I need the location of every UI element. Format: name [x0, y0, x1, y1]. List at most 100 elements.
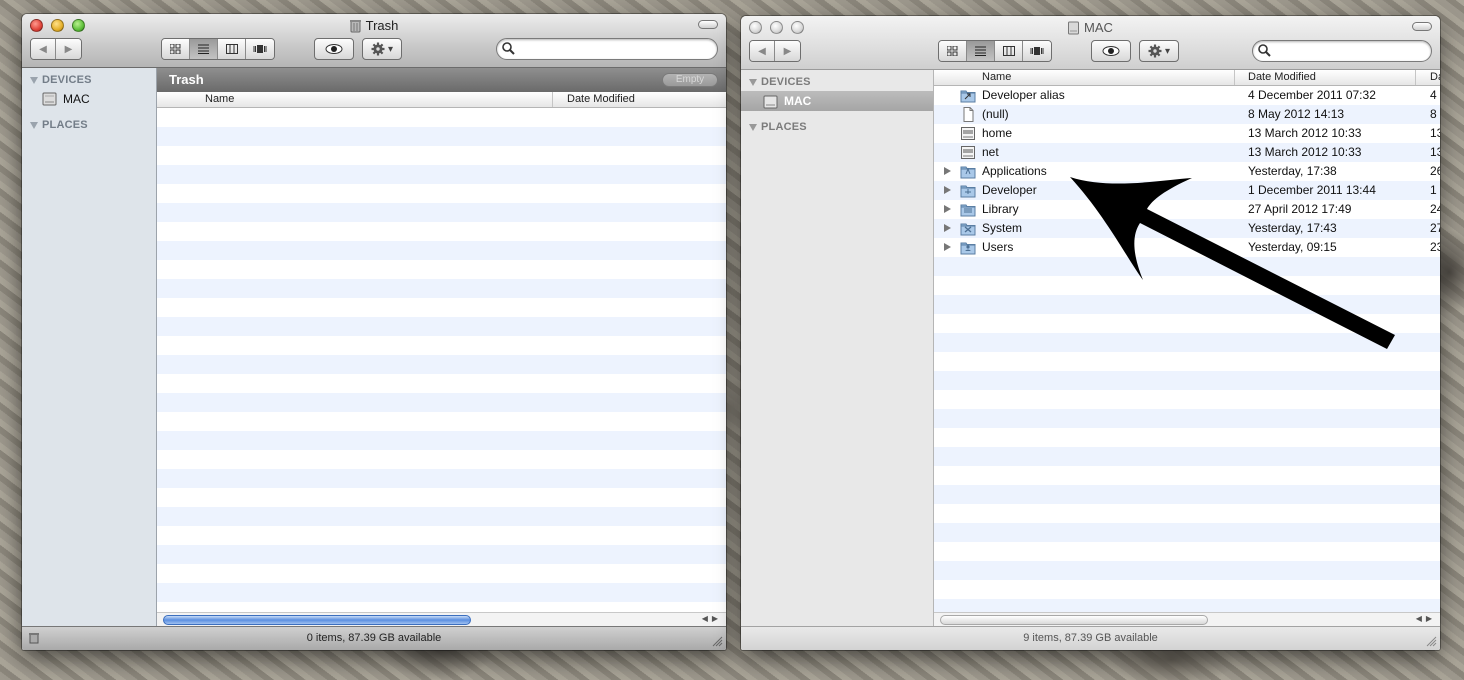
list-view-button[interactable]: [190, 39, 218, 59]
sidebar-section-label: DEVICES: [42, 74, 92, 86]
list-view-button[interactable]: [967, 41, 995, 61]
column-header-name[interactable]: Name: [982, 71, 1011, 83]
column-divider[interactable]: [1234, 70, 1235, 85]
search-icon: [1258, 44, 1271, 57]
search-input[interactable]: [519, 42, 707, 56]
table-row[interactable]: (null) 8 May 2012 14:13 8: [934, 105, 1440, 124]
eye-icon: [1102, 46, 1120, 56]
status-text: 0 items, 87.39 GB available: [306, 632, 442, 644]
action-menu-button[interactable]: ▾: [362, 38, 402, 60]
sidebar-item-mac[interactable]: MAC: [42, 91, 90, 106]
status-bar: 0 items, 87.39 GB available: [22, 626, 726, 650]
row-date-modified: Yesterday, 09:15: [1248, 240, 1337, 254]
disclosure-triangle-icon[interactable]: [944, 186, 951, 194]
disclosure-triangle-icon[interactable]: [944, 243, 951, 251]
sidebar: DEVICES MAC PLACES: [22, 68, 157, 626]
trash-icon: [349, 19, 361, 32]
column-view-button[interactable]: [995, 41, 1023, 61]
list-view-icon: [198, 44, 209, 54]
horizontal-scrollbar[interactable]: ◀▶: [157, 612, 726, 626]
column-header-name[interactable]: Name: [205, 93, 234, 105]
quick-look-button[interactable]: [314, 38, 354, 60]
column-header-date[interactable]: Date Modified: [1248, 71, 1316, 83]
row-name: (null): [982, 107, 1009, 121]
resize-grip-icon[interactable]: [712, 636, 723, 647]
disclosure-triangle-icon: [749, 123, 757, 131]
row-name: System: [982, 221, 1023, 235]
coverflow-view-button[interactable]: [1023, 41, 1051, 61]
icon-view-icon: [947, 46, 958, 56]
disclosure-triangle-icon: [30, 121, 38, 129]
icon-view-button[interactable]: [939, 41, 967, 61]
toolbar-toggle-button[interactable]: [1412, 22, 1432, 31]
eye-icon: [325, 44, 343, 54]
column-view-button[interactable]: [218, 39, 246, 59]
scroll-arrows[interactable]: ◀▶: [702, 614, 722, 623]
search-field[interactable]: [1252, 40, 1432, 62]
applications-folder-icon: [960, 164, 976, 179]
table-row[interactable]: System Yesterday, 17:43 27: [934, 219, 1440, 238]
table-row[interactable]: Users Yesterday, 09:15 23: [934, 238, 1440, 257]
row-name: Developer alias: [982, 88, 1065, 102]
table-row[interactable]: Developer alias 4 December 2011 07:32 4: [934, 86, 1440, 105]
column-header-date[interactable]: Date Modified: [567, 93, 635, 105]
status-bar: 9 items, 87.39 GB available: [741, 626, 1440, 650]
resize-grip-icon[interactable]: [1426, 636, 1437, 647]
window-title: MAC: [741, 20, 1440, 35]
icon-view-button[interactable]: [162, 39, 190, 59]
search-icon: [502, 42, 515, 55]
table-row[interactable]: Applications Yesterday, 17:38 26: [934, 162, 1440, 181]
developer-folder-icon: [960, 183, 976, 198]
toolbar-toggle-button[interactable]: [698, 20, 718, 29]
mac-titlebar[interactable]: MAC ◀ ▶ ▾: [741, 16, 1440, 70]
chevron-down-icon: ▾: [1164, 45, 1171, 57]
disclosure-triangle-icon[interactable]: [944, 205, 951, 213]
forward-button[interactable]: ▶: [775, 41, 800, 61]
scrollbar-thumb[interactable]: [940, 615, 1208, 625]
back-forward-control: ◀ ▶: [749, 40, 801, 62]
row-truncated-column: 8: [1430, 107, 1437, 121]
sidebar-section-devices[interactable]: DEVICES: [30, 74, 92, 86]
row-date-modified: 4 December 2011 07:32: [1248, 88, 1376, 102]
back-button[interactable]: ◀: [750, 41, 775, 61]
sidebar-section-places[interactable]: PLACES: [749, 121, 807, 133]
path-title: Trash: [169, 72, 204, 87]
alias-folder-icon: [960, 88, 976, 103]
row-name: Users: [982, 240, 1014, 254]
sidebar-section-places[interactable]: PLACES: [30, 119, 88, 131]
empty-list-rows: [157, 108, 726, 612]
view-mode-control: [161, 38, 275, 60]
coverflow-view-button[interactable]: [246, 39, 274, 59]
sidebar-section-devices[interactable]: DEVICES: [749, 76, 811, 88]
row-date-modified: 27 April 2012 17:49: [1248, 202, 1352, 216]
table-row[interactable]: home 13 March 2012 10:33 13: [934, 124, 1440, 143]
row-truncated-column: 4: [1430, 88, 1437, 102]
action-menu-button[interactable]: ▾: [1139, 40, 1179, 62]
back-button[interactable]: ◀: [31, 39, 56, 59]
scroll-arrows[interactable]: ◀▶: [1416, 614, 1436, 623]
forward-button[interactable]: ▶: [56, 39, 81, 59]
table-row[interactable]: Library 27 April 2012 17:49 24: [934, 200, 1440, 219]
view-mode-control: [938, 40, 1052, 62]
sidebar-item-mac[interactable]: MAC: [741, 91, 933, 111]
row-name: Library: [982, 202, 1019, 216]
row-truncated-column: 24: [1430, 202, 1440, 216]
disclosure-triangle-icon[interactable]: [944, 167, 951, 175]
disclosure-triangle-icon[interactable]: [944, 224, 951, 232]
empty-trash-button[interactable]: Empty: [662, 73, 718, 87]
table-row[interactable]: net 13 March 2012 10:33 13: [934, 143, 1440, 162]
column-header-kind[interactable]: Da: [1430, 71, 1440, 83]
trash-titlebar[interactable]: Trash ◀ ▶ ▾: [22, 14, 726, 68]
system-folder-icon: [960, 221, 976, 236]
column-divider[interactable]: [552, 92, 553, 107]
search-input[interactable]: [1275, 44, 1421, 58]
disclosure-triangle-icon: [749, 78, 757, 86]
quick-look-button[interactable]: [1091, 40, 1131, 62]
column-divider[interactable]: [1415, 70, 1416, 85]
chevron-down-icon: ▾: [387, 43, 394, 55]
horizontal-scrollbar[interactable]: ◀▶: [934, 612, 1440, 626]
search-field[interactable]: [496, 38, 718, 60]
window-title-text: Trash: [365, 18, 399, 33]
scrollbar-thumb[interactable]: [163, 615, 471, 625]
table-row[interactable]: Developer 1 December 2011 13:44 1: [934, 181, 1440, 200]
